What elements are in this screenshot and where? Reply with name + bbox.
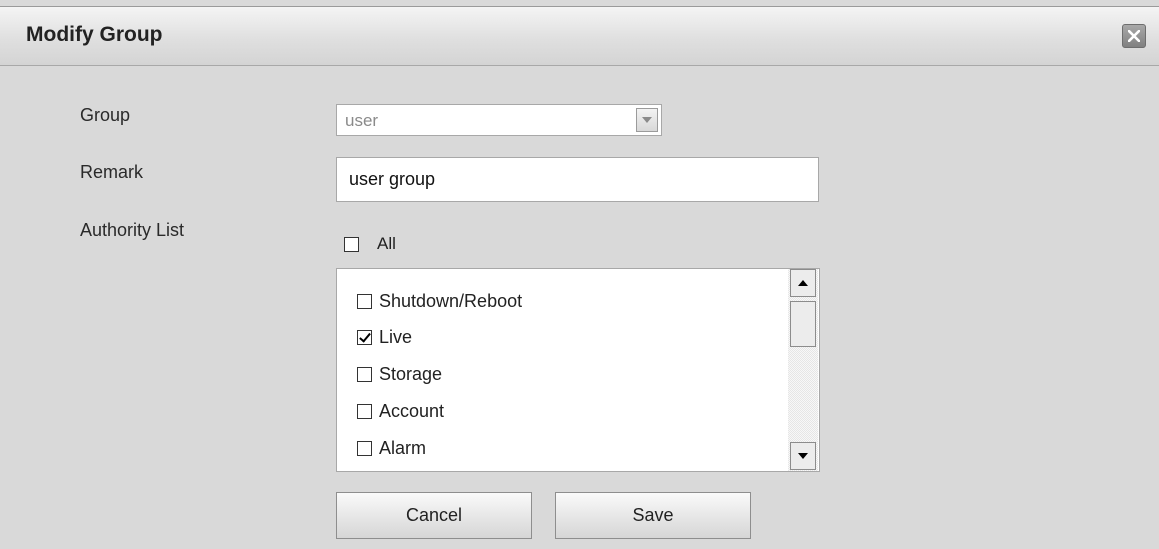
- authority-list[interactable]: Shutdown/Reboot Live Storage Account Ala…: [336, 268, 820, 472]
- list-item-live[interactable]: Live: [357, 322, 412, 352]
- list-item-label: Account: [379, 400, 445, 421]
- close-icon: [1128, 30, 1140, 42]
- list-item-shutdown-reboot[interactable]: Shutdown/Reboot: [357, 286, 522, 316]
- dialog-title: Modify Group: [26, 23, 163, 46]
- all-checkbox-row[interactable]: All: [344, 233, 396, 255]
- list-item-label: Alarm: [379, 437, 427, 458]
- group-select[interactable]: user: [336, 104, 662, 136]
- scroll-down-button[interactable]: [790, 442, 816, 470]
- alarm-checkbox[interactable]: [357, 440, 372, 456]
- scroll-down-icon: [798, 453, 808, 459]
- list-item-label: Live: [379, 326, 413, 347]
- all-checkbox-label: All: [377, 234, 396, 253]
- storage-checkbox[interactable]: [357, 366, 372, 382]
- authority-list-label: Authority List: [80, 220, 185, 240]
- save-button[interactable]: Save: [555, 492, 751, 539]
- scroll-up-icon: [798, 280, 808, 286]
- cancel-button[interactable]: Cancel: [336, 492, 532, 539]
- list-scrollbar[interactable]: [788, 269, 818, 471]
- group-select-value: user: [345, 111, 379, 130]
- list-item-storage[interactable]: Storage: [357, 359, 442, 389]
- dropdown-arrow-icon[interactable]: [636, 108, 658, 132]
- list-item-alarm[interactable]: Alarm: [357, 433, 426, 463]
- scroll-up-button[interactable]: [790, 269, 816, 297]
- remark-label: Remark: [80, 162, 144, 182]
- remark-input[interactable]: [336, 157, 819, 202]
- list-item-label: Storage: [379, 363, 443, 384]
- live-checkbox[interactable]: [357, 329, 372, 345]
- dialog-titlebar: Modify Group: [0, 7, 1159, 66]
- modify-group-dialog: Modify Group Group user Remark Authority…: [0, 6, 1159, 549]
- close-button[interactable]: [1122, 24, 1146, 48]
- list-item-account[interactable]: Account: [357, 396, 444, 426]
- all-checkbox[interactable]: [344, 236, 359, 252]
- shutdown-reboot-checkbox[interactable]: [357, 293, 372, 309]
- group-label: Group: [80, 105, 131, 125]
- account-checkbox[interactable]: [357, 403, 372, 419]
- list-item-label: Shutdown/Reboot: [379, 290, 523, 311]
- scroll-thumb[interactable]: [790, 301, 816, 347]
